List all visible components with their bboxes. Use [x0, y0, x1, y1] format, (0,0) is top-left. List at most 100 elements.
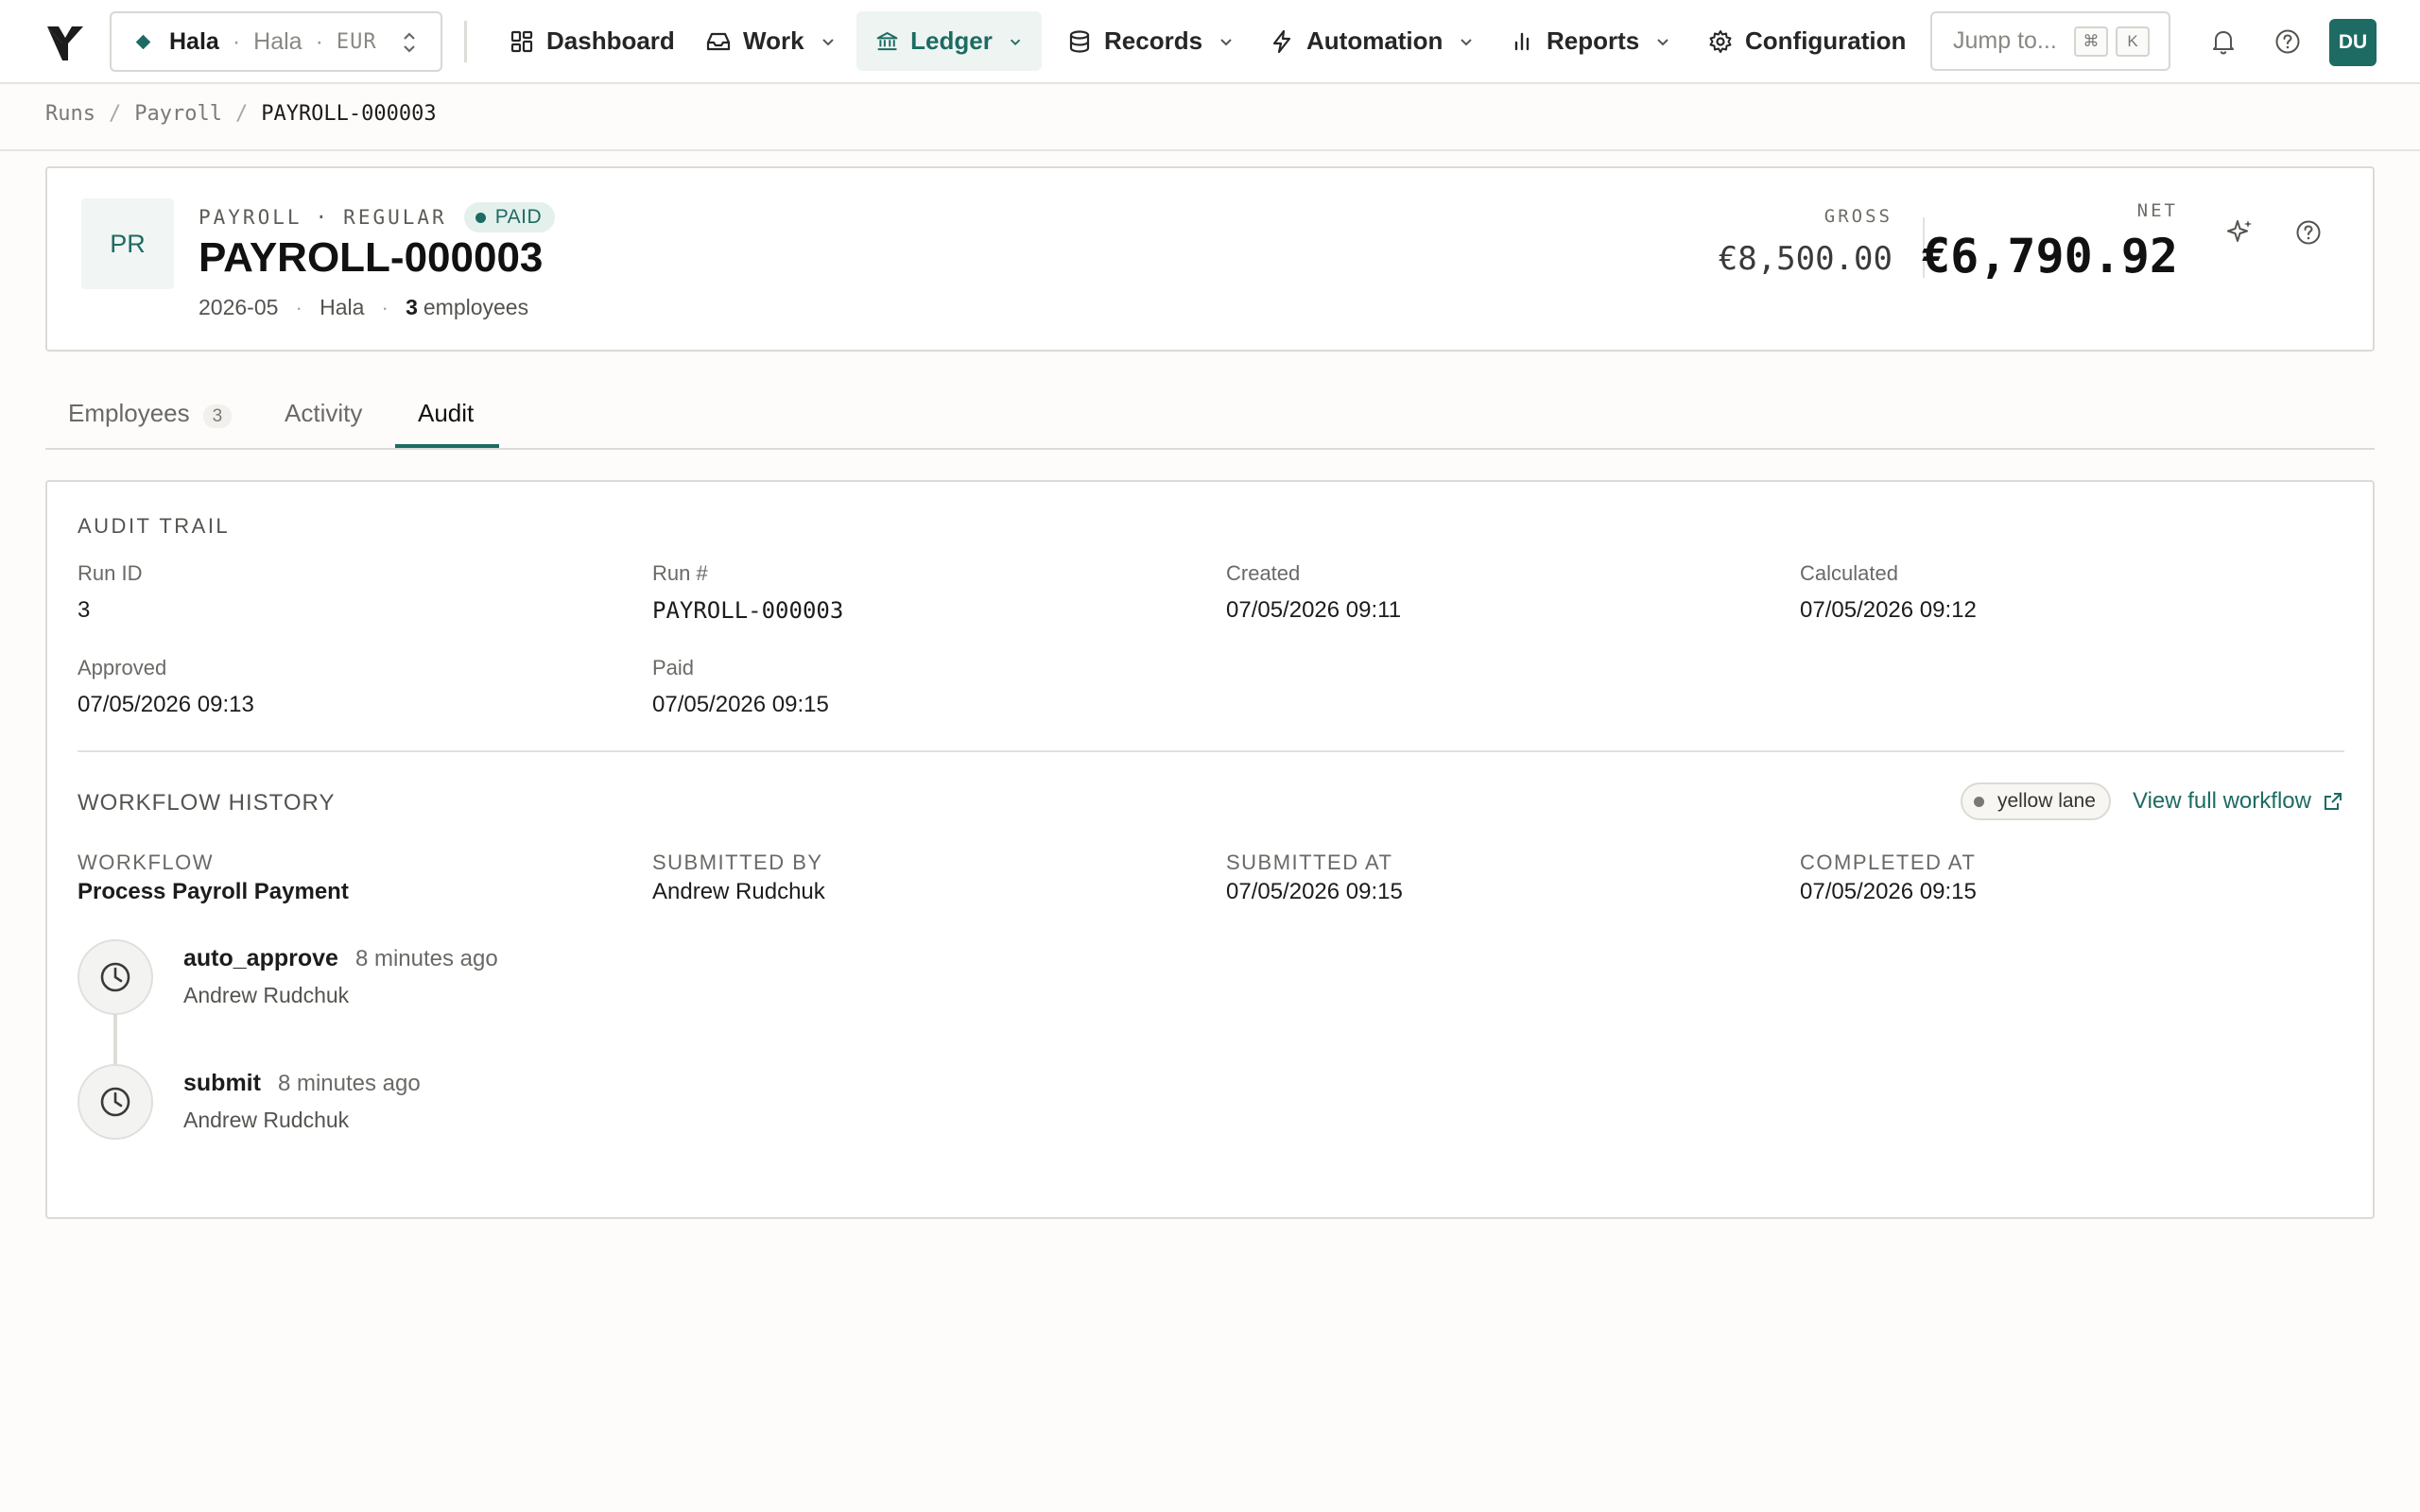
lane-badge: yellow lane [1961, 782, 2111, 820]
breadcrumb-separator: / [234, 102, 249, 126]
tabs-bar: Employees 3 Activity Audit [45, 378, 2375, 450]
breadcrumb-payroll[interactable]: Payroll [134, 102, 222, 126]
run-id-label: Run ID [78, 561, 143, 585]
paid-label: Paid [652, 656, 695, 679]
approved-label: Approved [78, 656, 167, 679]
chevron-down-icon [1220, 38, 1232, 45]
gross-label: GROSS [1824, 206, 1893, 227]
net-value: €6,790.92 [1922, 229, 2178, 284]
nav-records[interactable]: Records [1047, 11, 1253, 71]
gross-value: €8,500.00 [1718, 240, 1893, 278]
timeline-event-action: auto_approve 8 minutes ago [183, 945, 498, 972]
run-number-value: PAYROLL-000003 [652, 597, 844, 624]
nav-reports[interactable]: Reports [1490, 11, 1690, 71]
nav-records-label: Records [1104, 26, 1203, 55]
timeline-event-user: Andrew Rudchuk [183, 983, 350, 1007]
timeline-event-action: submit 8 minutes ago [183, 1070, 421, 1097]
org-separator: · [232, 27, 241, 55]
sparkle-icon[interactable] [2223, 215, 2257, 249]
org-currency: EUR [336, 29, 377, 54]
employee-count-label: employees [423, 295, 529, 319]
submitted-at-label: SUBMITTED AT [1226, 850, 1393, 874]
workflow-label: WORKFLOW [78, 850, 214, 874]
run-meta: 2026-05 · Hala · 3 employees [199, 295, 528, 320]
timeline-marker [78, 939, 153, 1015]
audit-card: AUDIT TRAIL Run ID 3 Run # PAYROLL-00000… [45, 480, 2375, 1219]
jump-to-search[interactable]: Jump to... ⌘ K [1930, 11, 2170, 71]
clock-icon [100, 1087, 130, 1117]
nav-dashboard[interactable]: Dashboard [490, 11, 694, 71]
nav-configuration[interactable]: Configuration [1688, 11, 1925, 71]
database-icon [1069, 29, 1090, 53]
jump-to-placeholder: Jump to... [1953, 27, 2057, 54]
tab-audit[interactable]: Audit [418, 399, 474, 428]
status-badge-label: PAID [494, 206, 543, 228]
shortcut-key-cmd: ⌘ [2074, 26, 2108, 57]
submitted-by-label: SUBMITTED BY [652, 850, 823, 874]
active-tab-indicator [395, 444, 499, 448]
help-icon[interactable] [2291, 215, 2325, 249]
tab-activity[interactable]: Activity [285, 399, 362, 428]
org-separator: · [315, 27, 323, 55]
grid-icon [510, 30, 533, 52]
submitted-by-value: Andrew Rudchuk [652, 879, 825, 904]
event-action-label: auto_approve [183, 945, 338, 971]
chevron-down-icon [1657, 38, 1668, 45]
paid-value: 07/05/2026 09:15 [652, 692, 829, 717]
inbox-icon [706, 32, 731, 50]
organization-switcher[interactable]: Hala · Hala · EUR [110, 11, 442, 72]
timeline-marker [78, 1064, 153, 1140]
submitted-at-value: 07/05/2026 09:15 [1226, 879, 1403, 904]
nav-divider [464, 21, 467, 62]
org-diamond-icon [135, 34, 151, 49]
event-time: 8 minutes ago [354, 946, 498, 971]
breadcrumb: Runs / Payroll / PAYROLL-000003 [45, 102, 437, 126]
status-badge: PAID [463, 202, 556, 232]
tab-activity-label: Activity [285, 399, 363, 427]
view-full-workflow-label: View full workflow [2133, 788, 2311, 814]
chevron-up-down-icon [404, 32, 415, 53]
breadcrumb-current: PAYROLL-000003 [261, 102, 437, 126]
nav-reports-label: Reports [1547, 26, 1640, 55]
tab-audit-label: Audit [418, 399, 475, 427]
lane-dot-icon [1974, 796, 1984, 807]
event-action-label: submit [183, 1070, 261, 1096]
nav-work[interactable]: Work [686, 11, 856, 71]
section-divider [78, 750, 2344, 752]
run-header-card: PR PAYROLL · REGULAR PAID PAYROLL-000003… [45, 166, 2375, 352]
workflow-value: Process Payroll Payment [78, 879, 349, 904]
nav-dashboard-label: Dashboard [546, 26, 675, 55]
lane-badge-label: yellow lane [1997, 790, 2096, 812]
completed-at-label: COMPLETED AT [1800, 850, 1977, 874]
nav-configuration-label: Configuration [1745, 26, 1907, 55]
user-avatar[interactable]: DU [2329, 19, 2377, 66]
tab-employees[interactable]: Employees 3 [68, 399, 233, 428]
timeline-connector [113, 1013, 117, 1066]
breadcrumb-separator: / [108, 102, 122, 126]
bank-icon [876, 31, 898, 50]
app-logo-icon[interactable] [45, 23, 85, 62]
approved-value: 07/05/2026 09:13 [78, 692, 254, 717]
nav-automation[interactable]: Automation [1250, 11, 1494, 71]
bolt-icon [1272, 29, 1291, 53]
chevron-down-icon [1010, 39, 1021, 45]
meta-separator: · [381, 295, 389, 319]
tab-employees-label: Employees [68, 399, 190, 427]
run-entity: Hala [320, 295, 365, 319]
calculated-value: 07/05/2026 09:12 [1800, 597, 1977, 623]
workflow-history-title: WORKFLOW HISTORY [78, 790, 336, 816]
created-value: 07/05/2026 09:11 [1226, 597, 1402, 623]
org-name: Hala [169, 27, 219, 55]
bell-icon[interactable] [2206, 25, 2240, 59]
gear-icon [1709, 29, 1732, 53]
breadcrumb-runs[interactable]: Runs [45, 102, 95, 126]
help-icon[interactable] [2271, 25, 2305, 59]
shortcut-key-k: K [2116, 26, 2150, 57]
run-kind: REGULAR [343, 206, 447, 229]
view-full-workflow-link[interactable]: View full workflow [2133, 788, 2343, 815]
completed-at-value: 07/05/2026 09:15 [1800, 879, 1977, 904]
nav-ledger[interactable]: Ledger [856, 11, 1042, 71]
nav-work-label: Work [743, 26, 804, 55]
calculated-label: Calculated [1800, 561, 1898, 585]
event-time: 8 minutes ago [277, 1071, 421, 1096]
